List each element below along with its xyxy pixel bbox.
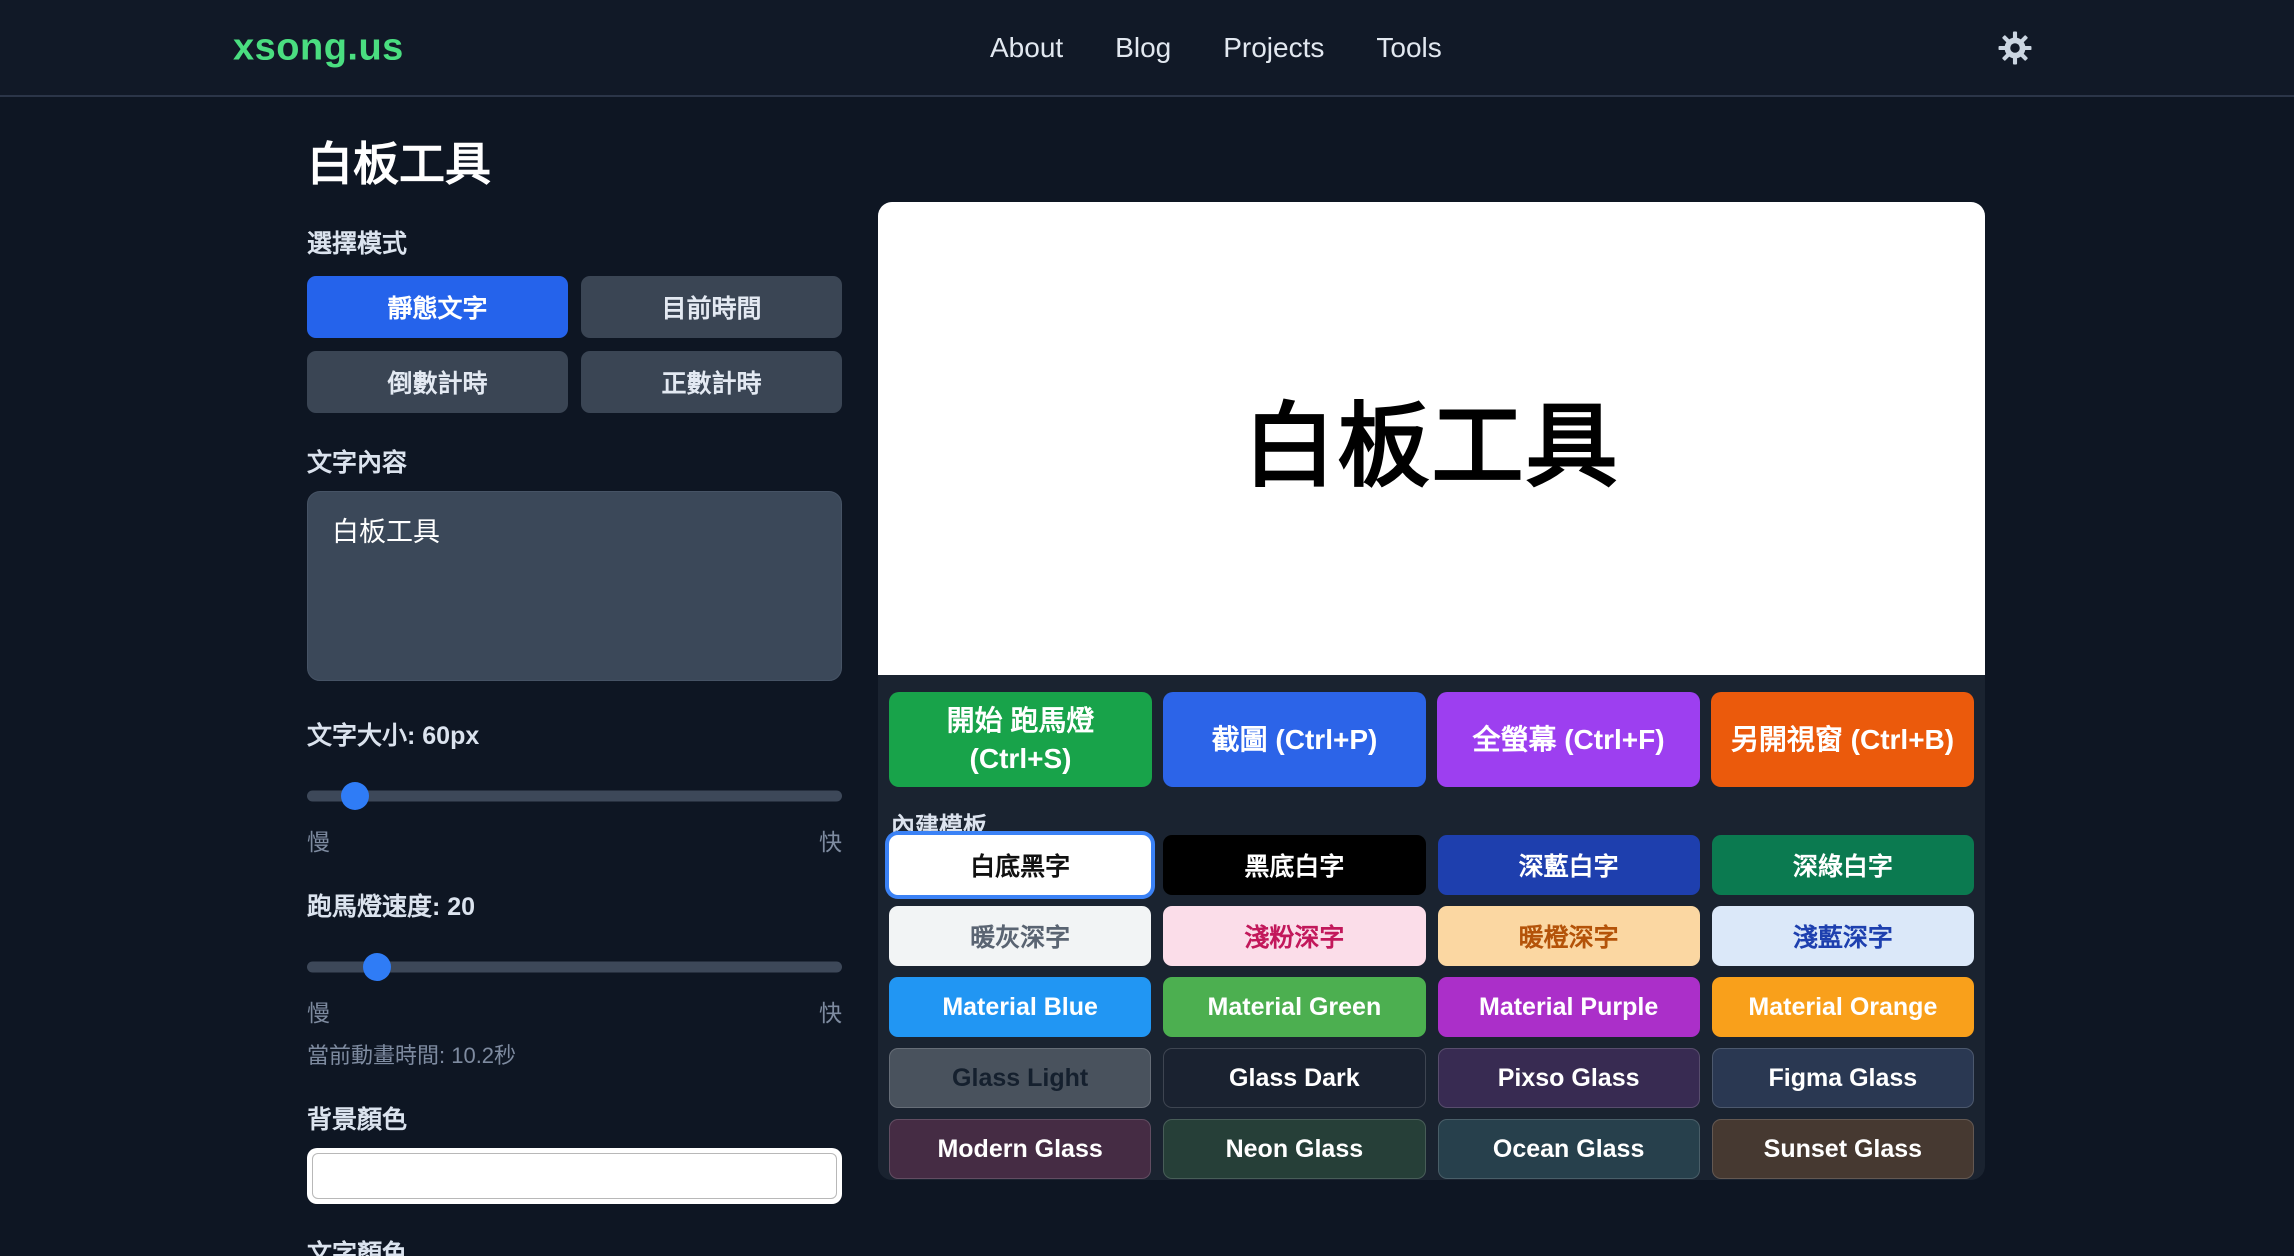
marquee-speed-slider[interactable] [307,953,842,980]
screenshot-button[interactable]: 截圖 (Ctrl+P) [1163,692,1426,787]
mode-button-grid: 靜態文字目前時間倒數計時正數計時 [307,276,842,413]
nav-links: About Blog Projects Tools [990,0,1442,95]
font-size-slider-thumb[interactable] [341,782,369,810]
mode-button[interactable]: 靜態文字 [307,276,568,338]
template-button[interactable]: Neon Glass [1163,1119,1425,1179]
template-button[interactable]: 淺藍深字 [1712,906,1974,966]
template-button[interactable]: Ocean Glass [1438,1119,1700,1179]
template-button[interactable]: Material Purple [1438,977,1700,1037]
navbar: xsong.us About Blog Projects Tools [0,0,2294,97]
font-size-slider[interactable] [307,782,842,809]
template-button[interactable]: Modern Glass [889,1119,1151,1179]
template-button[interactable]: 黑底白字 [1163,835,1425,895]
font-size-minmax: 慢 快 [307,823,842,857]
animation-time-text: 當前動畫時間: 10.2秒 [307,1038,842,1070]
preview-panel: 白板工具 開始 跑馬燈(Ctrl+S)截圖 (Ctrl+P)全螢幕 (Ctrl+… [878,202,1985,1180]
page-title: 白板工具 [307,128,842,194]
action-buttons-row: 開始 跑馬燈(Ctrl+S)截圖 (Ctrl+P)全螢幕 (Ctrl+F)另開視… [889,692,1974,787]
nav-link-tools[interactable]: Tools [1376,32,1441,64]
marquee-speed-slider-thumb[interactable] [363,953,391,981]
fullscreen-button[interactable]: 全螢幕 (Ctrl+F) [1437,692,1700,787]
template-button[interactable]: Glass Dark [1163,1048,1425,1108]
font-size-label: 文字大小: 60px [307,716,842,752]
text-color-label: 文字顏色 [307,1234,842,1256]
mode-button[interactable]: 倒數計時 [307,351,568,413]
template-button[interactable]: 深綠白字 [1712,835,1974,895]
gear-icon[interactable] [1996,29,2034,67]
template-button[interactable]: 淺粉深字 [1163,906,1425,966]
fast-label: 快 [819,994,842,1028]
template-button[interactable]: Figma Glass [1712,1048,1974,1108]
template-button[interactable]: 深藍白字 [1438,835,1700,895]
slow-label: 慢 [307,823,330,857]
template-button[interactable]: Glass Light [889,1048,1151,1108]
font-size-slider-track [307,790,842,801]
preview-text: 白板工具 [1243,372,1619,505]
mode-button[interactable]: 正數計時 [581,351,842,413]
bg-color-swatch [312,1153,837,1199]
settings-panel: 白板工具 選擇模式 靜態文字目前時間倒數計時正數計時 文字內容 文字大小: 60… [307,128,842,1256]
fast-label: 快 [819,823,842,857]
site-logo[interactable]: xsong.us [233,26,404,69]
template-button[interactable]: 白底黑字 [889,835,1151,895]
slow-label: 慢 [307,994,330,1028]
template-grid: 白底黑字黑底白字深藍白字深綠白字暖灰深字淺粉深字暖橙深字淺藍深字Material… [889,835,1974,1179]
mode-button[interactable]: 目前時間 [581,276,842,338]
open-window-button[interactable]: 另開視窗 (Ctrl+B) [1711,692,1974,787]
template-button[interactable]: Material Blue [889,977,1151,1037]
marquee-speed-minmax: 慢 快 [307,994,842,1028]
nav-link-blog[interactable]: Blog [1115,32,1171,64]
template-button[interactable]: 暖橙深字 [1438,906,1700,966]
whiteboard-preview[interactable]: 白板工具 [878,202,1985,675]
nav-link-projects[interactable]: Projects [1223,32,1324,64]
start-marquee-button[interactable]: 開始 跑馬燈(Ctrl+S) [889,692,1152,787]
bg-color-input[interactable] [307,1148,842,1204]
nav-link-about[interactable]: About [990,32,1063,64]
template-button[interactable]: Material Green [1163,977,1425,1037]
template-button[interactable]: Material Orange [1712,977,1974,1037]
bg-color-label: 背景顏色 [307,1100,842,1136]
marquee-speed-label: 跑馬燈速度: 20 [307,887,842,923]
template-button[interactable]: Pixso Glass [1438,1048,1700,1108]
text-content-label: 文字內容 [307,443,842,479]
template-button[interactable]: 暖灰深字 [889,906,1151,966]
text-content-input[interactable] [307,491,842,681]
template-button[interactable]: Sunset Glass [1712,1119,1974,1179]
mode-select-label: 選擇模式 [307,224,842,260]
